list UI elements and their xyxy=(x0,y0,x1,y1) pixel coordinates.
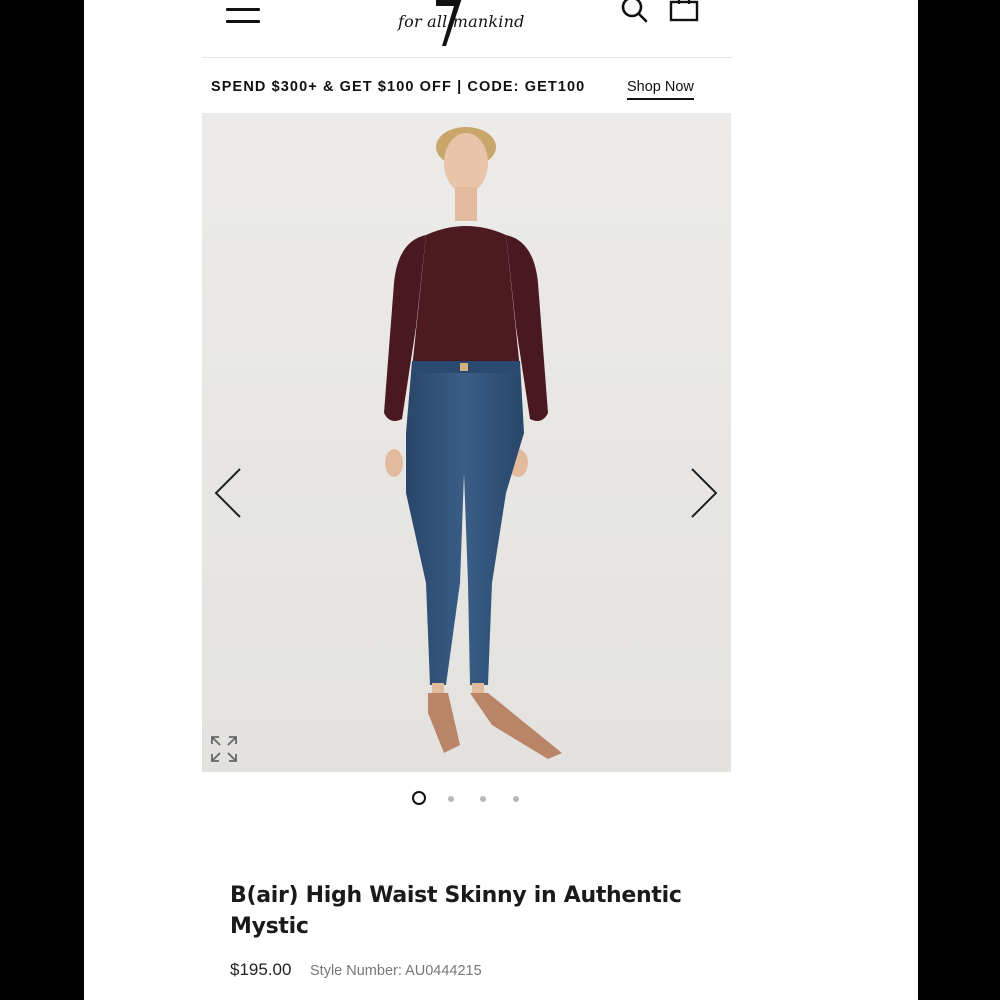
header-divider xyxy=(202,57,732,58)
gallery-pagination xyxy=(409,791,529,811)
product-title: B(air) High Waist Skinny in Authentic My… xyxy=(230,883,682,939)
search-icon[interactable] xyxy=(621,0,649,24)
chevron-left-icon[interactable] xyxy=(212,465,248,525)
shopping-bag-icon[interactable] xyxy=(669,0,699,24)
pagination-dot[interactable] xyxy=(448,796,454,802)
style-number: Style Number: AU0444215 xyxy=(310,963,482,979)
product-price: $195.00 xyxy=(230,960,292,979)
pagination-dot[interactable] xyxy=(412,791,426,805)
shop-now-link[interactable]: Shop Now xyxy=(627,79,694,100)
brand-logo[interactable]: for all mankind xyxy=(392,0,542,46)
product-page: for all mankind SPEND $300+ & GET $100 O… xyxy=(84,0,918,1000)
site-header: for all mankind xyxy=(84,0,918,58)
logo-text: for all mankind xyxy=(398,12,525,31)
hamburger-menu-icon[interactable] xyxy=(224,4,262,26)
promo-text: SPEND $300+ & GET $100 OFF | CODE: GET10… xyxy=(211,79,586,95)
chevron-right-icon[interactable] xyxy=(684,465,720,525)
pagination-dot[interactable] xyxy=(513,796,519,802)
promo-banner: SPEND $300+ & GET $100 OFF | CODE: GET10… xyxy=(202,72,732,104)
product-image-gallery[interactable] xyxy=(202,113,731,772)
expand-icon[interactable] xyxy=(210,735,238,763)
product-image xyxy=(202,113,731,772)
pagination-dot[interactable] xyxy=(480,796,486,802)
